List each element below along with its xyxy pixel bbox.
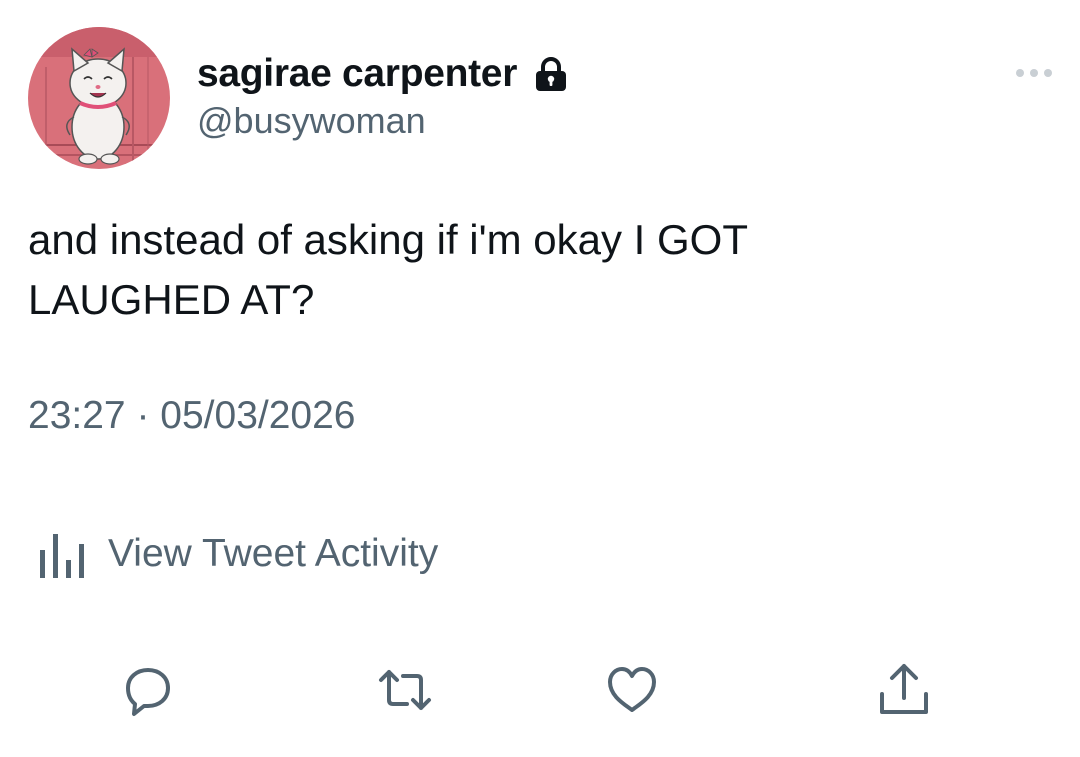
lock-icon — [531, 54, 571, 94]
cartoon-cat-avatar — [28, 27, 170, 169]
display-name[interactable]: sagirae carpenter — [197, 52, 517, 96]
avatar[interactable] — [28, 27, 170, 169]
name-row: sagirae carpenter — [197, 48, 571, 100]
tweet-card: sagirae carpenter @busywoman and instead… — [0, 0, 1080, 757]
timestamp[interactable]: 23:27 · 05/03/2026 — [28, 394, 356, 438]
user-handle[interactable]: @busywoman — [197, 100, 571, 142]
tweet-header: sagirae carpenter @busywoman — [197, 48, 571, 142]
share-icon — [880, 664, 928, 714]
retweet-button[interactable] — [375, 660, 435, 720]
tweet-text: and instead of asking if i'm okay I GOT … — [28, 216, 749, 323]
view-tweet-activity-link[interactable]: View Tweet Activity — [36, 528, 438, 580]
timestamp-separator: · — [136, 394, 150, 437]
action-bar — [0, 660, 1080, 720]
like-icon — [608, 667, 656, 712]
tweet-time: 23:27 — [28, 394, 126, 437]
reply-button[interactable] — [118, 660, 178, 720]
retweet-icon — [379, 670, 431, 710]
activity-label: View Tweet Activity — [108, 532, 439, 575]
reply-icon — [126, 668, 170, 716]
bar-chart-icon — [36, 528, 92, 580]
more-icon[interactable] — [1013, 66, 1055, 80]
share-button[interactable] — [874, 660, 934, 720]
like-button[interactable] — [602, 660, 662, 720]
tweet-date: 05/03/2026 — [160, 394, 356, 437]
